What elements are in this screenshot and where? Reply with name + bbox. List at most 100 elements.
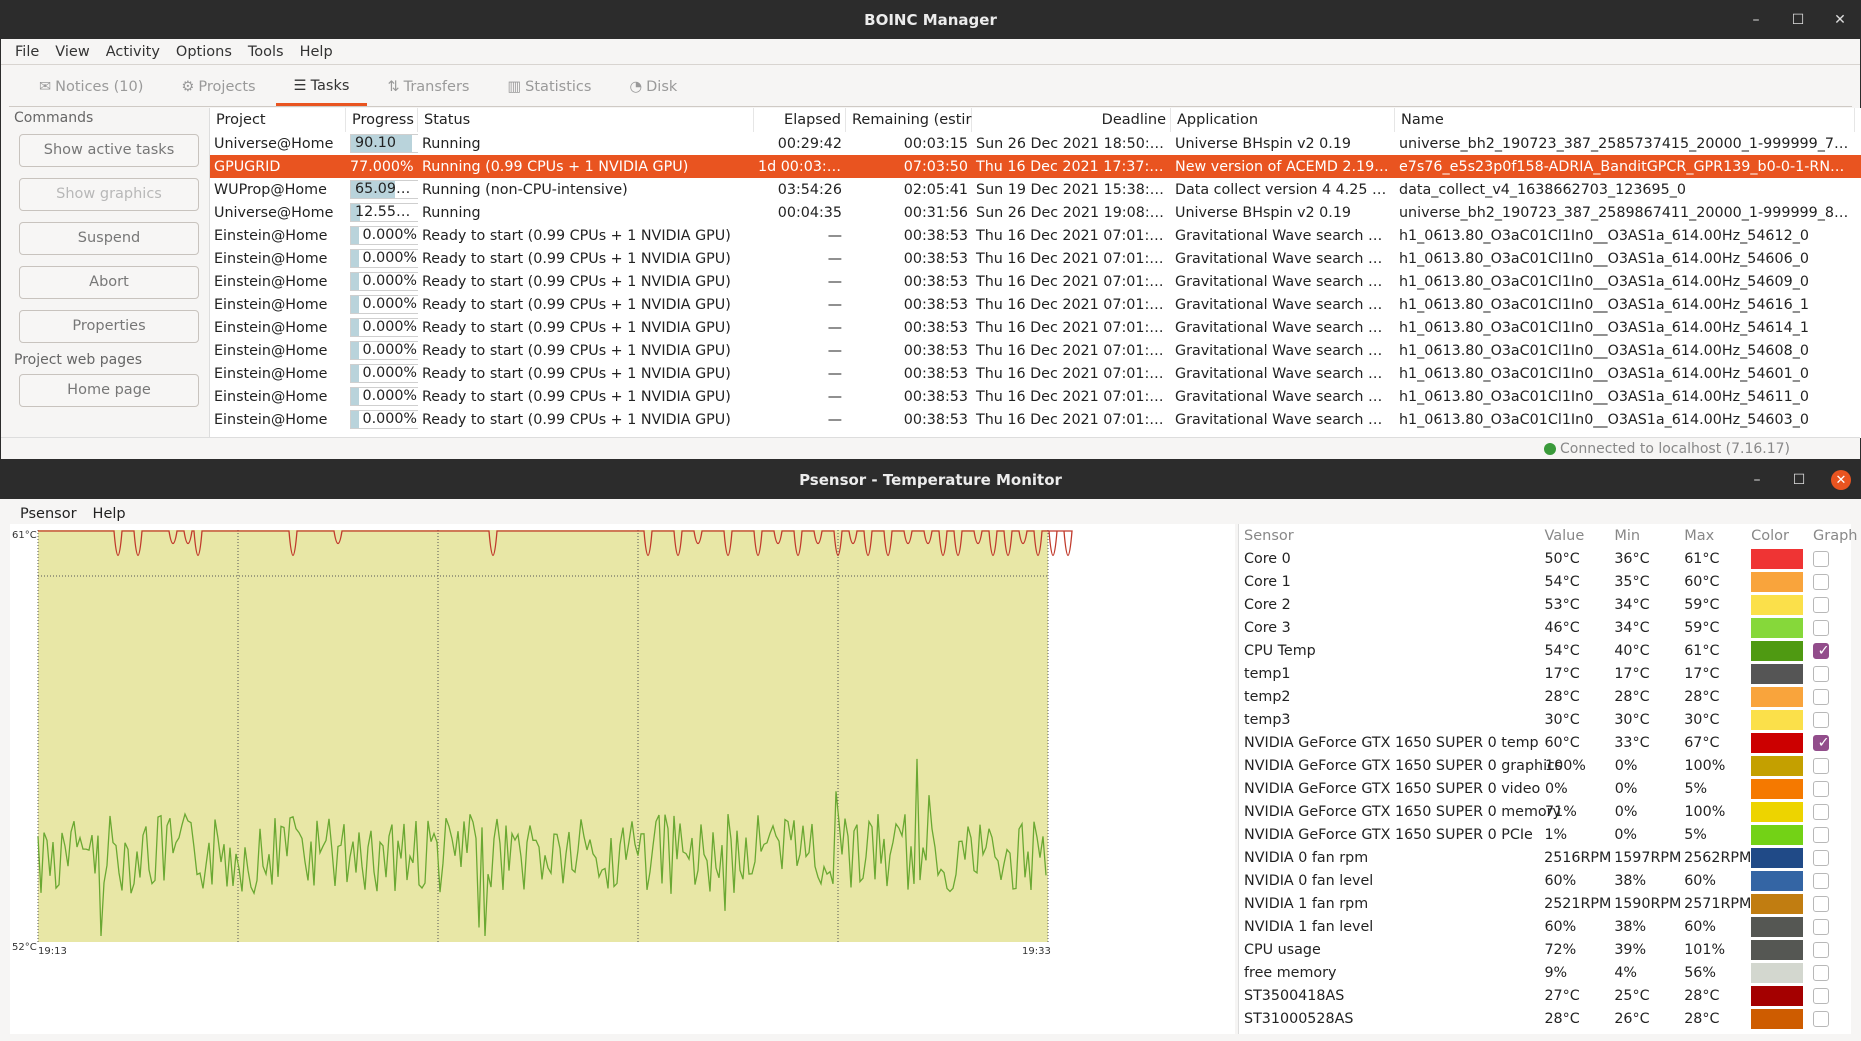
column-header-color[interactable]: Color xyxy=(1747,528,1803,544)
maximize-icon[interactable]: ☐ xyxy=(1789,470,1809,490)
show-active-tasks-button[interactable]: Show active tasks xyxy=(19,134,199,167)
table-row[interactable]: Einstein@Home 0.000% Ready to start (0.99 … xyxy=(210,293,1861,316)
menu-options[interactable]: Options xyxy=(168,44,240,60)
sensor-graph-checkbox[interactable]: ✓ xyxy=(1813,642,1830,659)
column-header-name[interactable]: Name xyxy=(1395,108,1855,132)
sensor-graph-checkbox[interactable] xyxy=(1813,918,1830,935)
column-header-app[interactable]: Application xyxy=(1171,108,1395,132)
table-row[interactable]: Einstein@Home 0.000% Ready to start (0.99 … xyxy=(210,224,1861,247)
sensor-color-swatch[interactable] xyxy=(1751,939,1804,960)
sensor-color-swatch[interactable] xyxy=(1751,893,1804,914)
sensor-graph-checkbox[interactable] xyxy=(1813,964,1830,981)
psensor-titlebar[interactable]: Psensor - Temperature Monitor – ☐ ✕ xyxy=(0,461,1861,499)
sensor-graph-checkbox[interactable] xyxy=(1813,941,1830,958)
sensor-color-swatch[interactable] xyxy=(1751,985,1804,1006)
sensor-row[interactable]: NVIDIA 0 fan level 60% 38% 60% xyxy=(1239,869,1851,892)
column-header-proj[interactable]: Project xyxy=(210,108,346,132)
maximize-icon[interactable]: ☐ xyxy=(1788,10,1808,30)
sensor-row[interactable]: ST3500418AS 27°C 25°C 28°C xyxy=(1239,984,1851,1007)
sensor-row[interactable]: Core 0 50°C 36°C 61°C xyxy=(1239,547,1851,570)
tab-disk[interactable]: ◔ Disk xyxy=(611,68,695,106)
sensor-color-swatch[interactable] xyxy=(1751,870,1804,891)
sensor-graph-checkbox[interactable] xyxy=(1813,619,1830,636)
tab-statistics[interactable]: ▥ Statistics xyxy=(489,68,609,106)
menu-file[interactable]: File xyxy=(7,44,47,60)
table-row[interactable]: Einstein@Home 0.000% Ready to start (0.99 … xyxy=(210,316,1861,339)
column-header-max[interactable]: Max xyxy=(1679,528,1747,544)
sensor-row[interactable]: CPU Temp 54°C 40°C 61°C ✓ xyxy=(1239,639,1851,662)
sensor-row[interactable]: temp3 30°C 30°C 30°C xyxy=(1239,708,1851,731)
sensor-color-swatch[interactable] xyxy=(1751,801,1804,822)
sensor-graph-checkbox[interactable] xyxy=(1813,895,1830,912)
sensor-graph-checkbox[interactable] xyxy=(1813,665,1830,682)
tab-transfers[interactable]: ⇅ Transfers xyxy=(369,68,487,106)
menu-tools[interactable]: Tools xyxy=(240,44,292,60)
table-row[interactable]: Einstein@Home 0.000% Ready to start (0.99 … xyxy=(210,408,1861,431)
menu-help[interactable]: Help xyxy=(85,506,134,522)
sensor-row[interactable]: temp1 17°C 17°C 17°C xyxy=(1239,662,1851,685)
abort-button[interactable]: Abort xyxy=(19,266,199,299)
sensor-row[interactable]: free memory 9% 4% 56% xyxy=(1239,961,1851,984)
sensor-graph-checkbox[interactable] xyxy=(1813,688,1830,705)
sensor-row[interactable]: ST31000528AS 28°C 26°C 28°C xyxy=(1239,1007,1851,1030)
column-header-min[interactable]: Min xyxy=(1609,528,1679,544)
sensor-color-swatch[interactable] xyxy=(1751,732,1804,753)
sensor-row[interactable]: Core 1 54°C 35°C 60°C xyxy=(1239,570,1851,593)
sensor-graph-checkbox[interactable] xyxy=(1813,987,1830,1004)
sensor-color-swatch[interactable] xyxy=(1751,663,1804,684)
sensor-color-swatch[interactable] xyxy=(1751,571,1804,592)
sensor-graph-checkbox[interactable] xyxy=(1813,573,1830,590)
sensor-color-swatch[interactable] xyxy=(1751,617,1804,638)
menu-psensor[interactable]: Psensor xyxy=(12,506,85,522)
sensor-row[interactable]: NVIDIA GeForce GTX 1650 SUPER 0 PCIe 1% 0%… xyxy=(1239,823,1851,846)
sensor-graph-checkbox[interactable] xyxy=(1813,1010,1830,1027)
column-header-rem[interactable]: Remaining (estir xyxy=(846,108,972,132)
table-row[interactable]: Einstein@Home 0.000% Ready to start (0.99 … xyxy=(210,385,1861,408)
sensor-graph-checkbox[interactable] xyxy=(1813,596,1830,613)
boinc-titlebar[interactable]: BOINC Manager – ☐ ✕ xyxy=(1,1,1860,39)
properties-button[interactable]: Properties xyxy=(19,310,199,343)
sensor-row[interactable]: temp2 28°C 28°C 28°C xyxy=(1239,685,1851,708)
column-header-status[interactable]: Status xyxy=(418,108,754,132)
sensor-color-swatch[interactable] xyxy=(1751,686,1804,707)
sensor-row[interactable]: NVIDIA 1 fan rpm 2521RPM 1590RPM 2571RPM xyxy=(1239,892,1851,915)
table-row[interactable]: Einstein@Home 0.000% Ready to start (0.99 … xyxy=(210,270,1861,293)
close-icon[interactable]: ✕ xyxy=(1831,470,1851,490)
suspend-button[interactable]: Suspend xyxy=(19,222,199,255)
column-header-graph[interactable]: Graph xyxy=(1803,528,1857,544)
sensor-color-swatch[interactable] xyxy=(1751,640,1804,661)
minimize-icon[interactable]: – xyxy=(1746,10,1766,30)
column-header-sensor[interactable]: Sensor xyxy=(1239,528,1539,544)
show-graphics-button[interactable]: Show graphics xyxy=(19,178,199,211)
sensor-graph-checkbox[interactable] xyxy=(1813,711,1830,728)
table-row[interactable]: Einstein@Home 0.000% Ready to start (0.99 … xyxy=(210,247,1861,270)
sensor-row[interactable]: Core 2 53°C 34°C 59°C xyxy=(1239,593,1851,616)
column-header-el[interactable]: Elapsed xyxy=(754,108,846,132)
table-row[interactable]: WUProp@Home 65.096% Running (non-CPU-inten… xyxy=(210,178,1861,201)
sensor-color-swatch[interactable] xyxy=(1751,778,1804,799)
sensor-graph-checkbox[interactable] xyxy=(1813,849,1830,866)
sensor-graph-checkbox[interactable] xyxy=(1813,780,1830,797)
sensor-graph-checkbox[interactable] xyxy=(1813,803,1830,820)
menu-view[interactable]: View xyxy=(47,44,97,60)
sensor-row[interactable]: NVIDIA GeForce GTX 1650 SUPER 0 memory 71… xyxy=(1239,800,1851,823)
sensor-row[interactable]: NVIDIA 1 fan level 60% 38% 60% xyxy=(1239,915,1851,938)
sensor-graph-checkbox[interactable] xyxy=(1813,757,1830,774)
sensor-graph-checkbox[interactable] xyxy=(1813,826,1830,843)
home-page-button[interactable]: Home page xyxy=(19,374,199,407)
sensor-color-swatch[interactable] xyxy=(1751,847,1804,868)
menu-help[interactable]: Help xyxy=(292,44,341,60)
sensor-graph-checkbox[interactable] xyxy=(1813,872,1830,889)
sensor-color-swatch[interactable] xyxy=(1751,594,1804,615)
sensor-graph-checkbox[interactable] xyxy=(1813,550,1830,567)
minimize-icon[interactable]: – xyxy=(1747,470,1767,490)
sensor-color-swatch[interactable] xyxy=(1751,916,1804,937)
tab-tasks[interactable]: ☰ Tasks xyxy=(275,68,368,106)
tab-notices[interactable]: ✉ Notices (10) xyxy=(21,68,161,106)
sensor-row[interactable]: NVIDIA GeForce GTX 1650 SUPER 0 temp 60°C… xyxy=(1239,731,1851,754)
sensor-color-swatch[interactable] xyxy=(1751,962,1804,983)
column-header-prog[interactable]: Progress xyxy=(346,108,418,132)
sensor-row[interactable]: NVIDIA GeForce GTX 1650 SUPER 0 graphics… xyxy=(1239,754,1851,777)
sensor-color-swatch[interactable] xyxy=(1751,548,1804,569)
tab-projects[interactable]: ⚙ Projects xyxy=(163,68,273,106)
